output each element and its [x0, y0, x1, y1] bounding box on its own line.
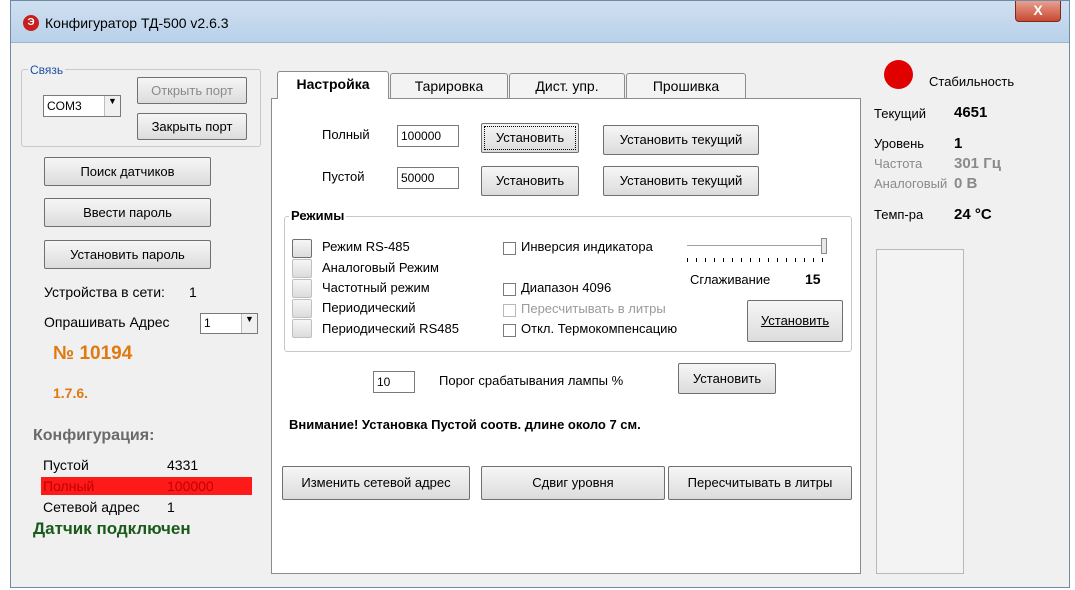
disable-thermocomp-label: Откл. Термокомпенсацию — [521, 321, 678, 336]
threshold-label: Порог срабатывания лампы % — [439, 373, 624, 388]
port-select-value: COM3 — [47, 99, 82, 113]
mode-periodic-toggle[interactable] — [292, 299, 312, 318]
reading-current-label: Текущий — [874, 106, 926, 121]
settings-panel: Полный 100000 Установить Установить теку… — [271, 98, 861, 574]
invert-indicator-label: Инверсия индикатора — [521, 239, 653, 254]
recalc-liters-checkbox-label: Пересчитывать в литры — [521, 301, 666, 316]
smoothing-label: Сглаживание — [690, 272, 771, 287]
poll-address-value: 1 — [204, 316, 211, 330]
reading-analog-label: Аналоговый — [874, 176, 948, 191]
change-address-label: Изменить сетевой адрес — [301, 475, 451, 490]
poll-address-select[interactable]: 1 ▼ — [200, 313, 258, 334]
config-full-value: 100000 — [167, 478, 214, 494]
mode-periodic-label: Периодический — [322, 300, 416, 315]
devices-count: 1 — [189, 284, 197, 300]
set-empty-button[interactable]: Установить — [481, 166, 579, 196]
mode-rs485-toggle[interactable] — [292, 239, 312, 258]
tab-settings[interactable]: Настройка — [277, 71, 389, 99]
smoothing-value: 15 — [805, 271, 821, 287]
tab-remote-control[interactable]: Дист. упр. — [509, 73, 625, 99]
invert-indicator-checkbox[interactable] — [503, 242, 516, 255]
set-password-button[interactable]: Установить пароль — [44, 240, 211, 269]
open-port-button[interactable]: Открыть порт — [137, 77, 247, 104]
readings-panel: Стабильность Текущий 4651 Уровень 1 Част… — [872, 43, 1070, 588]
range-4096-label: Диапазон 4096 — [521, 280, 612, 295]
mode-analog-toggle[interactable] — [292, 259, 312, 278]
tab-firmware[interactable]: Прошивка — [626, 73, 746, 99]
enter-password-button[interactable]: Ввести пароль — [44, 198, 211, 227]
config-full-label: Полный — [43, 478, 95, 494]
slider-thumb[interactable] — [821, 238, 827, 254]
set-current-full-button[interactable]: Установить текущий — [603, 125, 759, 155]
reading-temp-value: 24 °С — [954, 206, 992, 223]
main-window: Э Конфигуратор ТД-500 v2.6.3 X Связь COM… — [10, 0, 1070, 588]
empty-input[interactable]: 50000 — [397, 167, 459, 189]
reading-level-value: 1 — [954, 135, 963, 152]
modes-set-label: Установить — [760, 313, 830, 328]
smoothing-slider[interactable] — [687, 236, 832, 266]
close-port-button[interactable]: Закрыть порт — [137, 113, 247, 140]
serial-number: № 10194 — [53, 343, 133, 364]
threshold-input[interactable]: 10 — [373, 371, 415, 393]
threshold-set-button[interactable]: Установить — [678, 363, 776, 394]
mode-buttons-column — [292, 239, 312, 339]
modes-group-title: Режимы — [289, 208, 347, 223]
reading-temp-label: Темп-ра — [874, 207, 924, 222]
set-full-button[interactable]: Установить — [481, 123, 579, 153]
slider-ticks — [687, 258, 827, 262]
full-label: Полный — [322, 127, 370, 142]
chevron-down-icon[interactable]: ▼ — [241, 314, 257, 333]
modes-set-button[interactable]: Установить — [747, 300, 843, 342]
reading-analog-value: 0 В — [954, 175, 978, 192]
config-address-label: Сетевой адрес — [43, 499, 140, 515]
app-icon: Э — [23, 15, 39, 31]
close-button[interactable]: X — [1015, 1, 1061, 22]
range-4096-checkbox[interactable] — [503, 283, 516, 296]
reading-current-value: 4651 — [954, 104, 988, 121]
disable-thermocomp-checkbox[interactable] — [503, 324, 516, 337]
recalc-liters-checkbox[interactable] — [503, 304, 516, 317]
level-bar — [876, 249, 964, 574]
config-empty-label: Пустой — [43, 457, 89, 473]
port-select[interactable]: COM3 ▼ — [43, 95, 121, 117]
full-input[interactable]: 100000 — [397, 125, 459, 147]
connection-status: Датчик подключен — [33, 519, 191, 538]
search-sensors-button[interactable]: Поиск датчиков — [44, 157, 211, 186]
set-current-empty-button[interactable]: Установить текущий — [603, 166, 759, 196]
level-shift-button[interactable]: Сдвиг уровня — [481, 466, 665, 500]
devices-label: Устройства в сети: — [44, 284, 165, 300]
reading-frequency-value: 301 Гц — [954, 155, 1001, 172]
config-empty-value: 4331 — [167, 457, 199, 473]
config-address-value: 1 — [167, 499, 175, 515]
firmware-version: 1.7.6. — [53, 385, 89, 401]
mode-rs485-label: Режим RS-485 — [322, 239, 410, 254]
connection-group-title: Связь — [28, 63, 66, 77]
mode-analog-label: Аналоговый Режим — [322, 260, 439, 275]
chevron-down-icon[interactable]: ▼ — [104, 96, 120, 116]
warning-text: Внимание! Установка Пустой соотв. длине … — [289, 417, 641, 432]
config-title: Конфигурация: — [33, 427, 155, 444]
title-bar: Э Конфигуратор ТД-500 v2.6.3 X — [11, 1, 1069, 43]
reading-frequency-label: Частота — [874, 156, 923, 171]
mode-periodic-rs485-toggle[interactable] — [292, 319, 312, 338]
reading-level-label: Уровень — [874, 136, 925, 151]
stability-indicator-icon — [884, 60, 913, 89]
tab-calibration[interactable]: Тарировка — [390, 73, 508, 99]
mode-periodic-rs485-label: Периодический RS485 — [322, 321, 459, 336]
mode-frequency-label: Частотный режим — [322, 280, 430, 295]
mode-frequency-toggle[interactable] — [292, 279, 312, 298]
slider-track — [687, 245, 827, 247]
empty-label: Пустой — [322, 169, 365, 184]
change-address-button[interactable]: Изменить сетевой адрес — [282, 466, 470, 500]
stability-label: Стабильность — [929, 74, 1015, 89]
recalc-liters-button[interactable]: Пересчитывать в литры — [668, 466, 852, 500]
window-title: Конфигуратор ТД-500 v2.6.3 — [45, 15, 229, 31]
poll-address-label: Опрашивать Адрес — [44, 314, 170, 330]
